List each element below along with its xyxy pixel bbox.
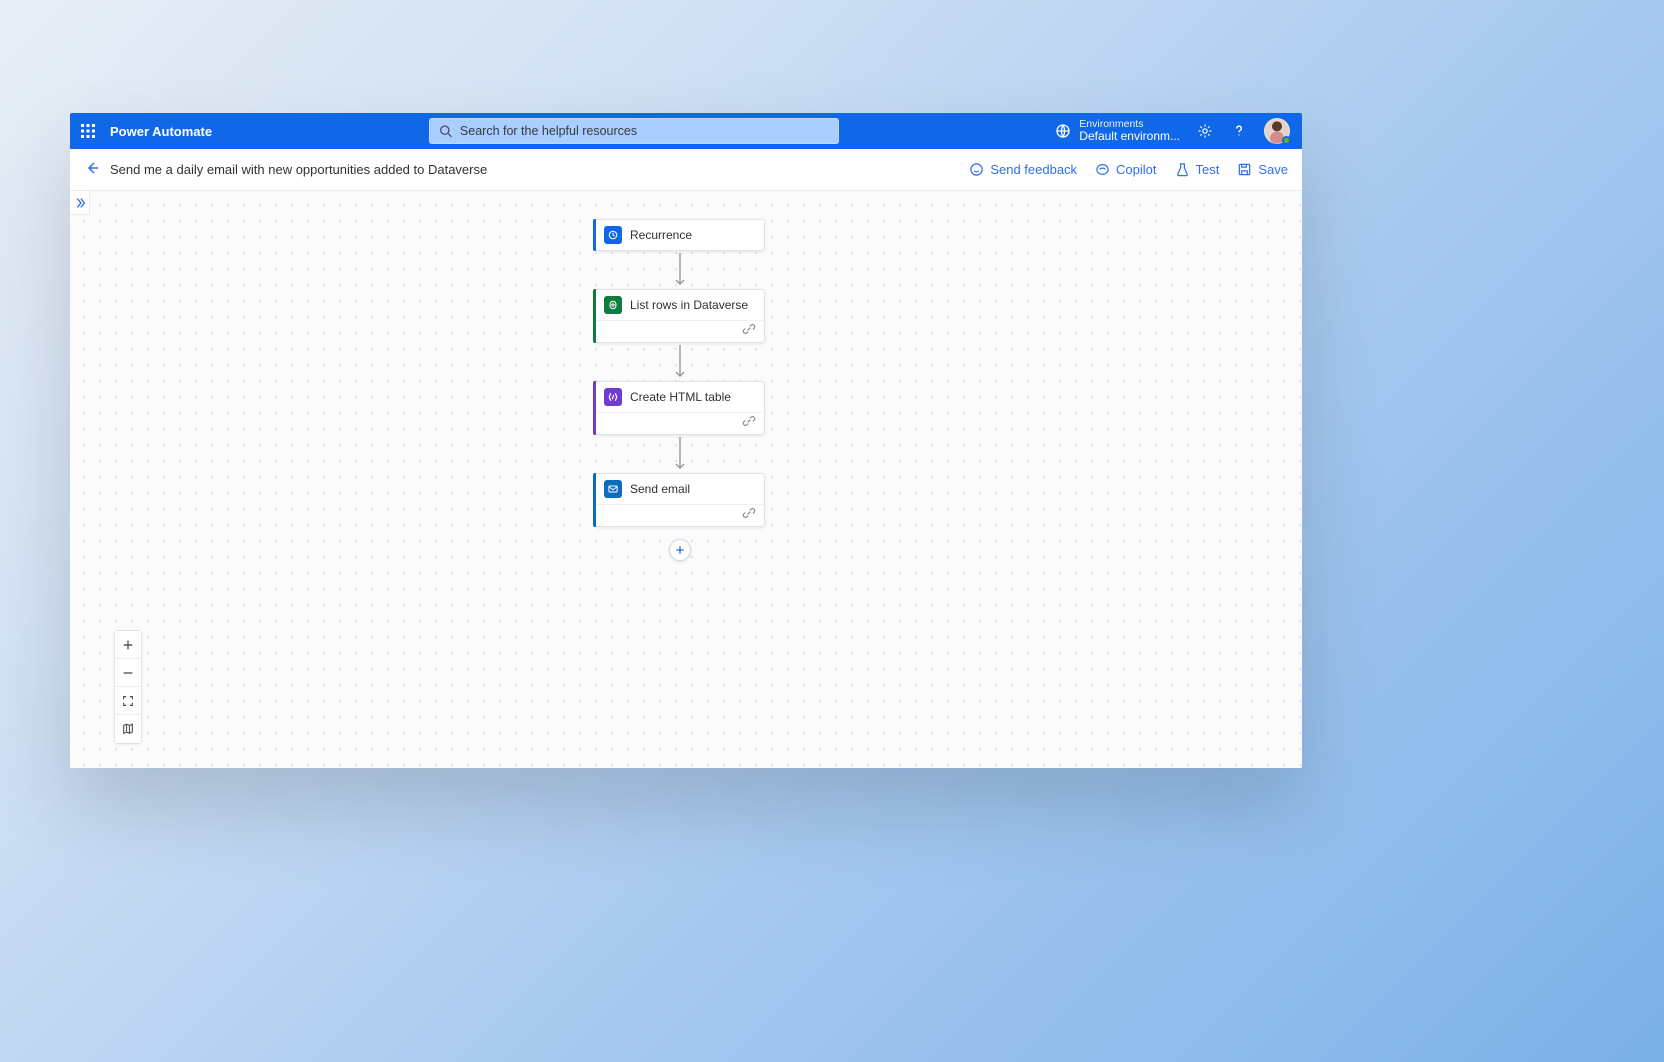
step-footer <box>596 320 764 342</box>
settings-icon[interactable] <box>1196 122 1214 140</box>
link-icon[interactable] <box>742 414 756 433</box>
search-wrap <box>212 118 1055 144</box>
step-label: Send email <box>630 482 690 496</box>
designer-canvas[interactable]: Recurrence List rows in Dataverse Create H… <box>70 191 1302 768</box>
help-icon[interactable] <box>1230 122 1248 140</box>
flow-title: Send me a daily email with new opportuni… <box>110 162 487 177</box>
test-label: Test <box>1196 162 1220 177</box>
environment-label: Environments <box>1079 118 1180 130</box>
accent-bar <box>593 381 596 435</box>
zoom-controls <box>114 630 142 744</box>
save-button[interactable]: Save <box>1237 162 1288 177</box>
add-step-button[interactable] <box>669 539 691 561</box>
step-footer <box>596 412 764 434</box>
environment-picker[interactable]: Environments Default environm... <box>1055 118 1180 144</box>
link-icon[interactable] <box>742 506 756 525</box>
accent-bar <box>593 473 596 527</box>
connector-arrow <box>673 343 687 381</box>
avatar[interactable] <box>1264 118 1290 144</box>
header: Power Automate Environments Default envi… <box>70 113 1302 149</box>
test-button[interactable]: Test <box>1175 162 1220 177</box>
flow-step[interactable]: List rows in Dataverse <box>595 289 765 343</box>
step-icon <box>604 480 622 498</box>
flow-column: Recurrence List rows in Dataverse Create H… <box>595 219 765 561</box>
breadcrumb: Send me a daily email with new opportuni… <box>84 160 487 179</box>
minimap-button[interactable] <box>115 715 141 743</box>
flow-step[interactable]: Send email <box>595 473 765 527</box>
link-icon[interactable] <box>742 322 756 341</box>
step-label: Recurrence <box>630 228 692 242</box>
command-bar: Send me a daily email with new opportuni… <box>70 149 1302 191</box>
app-window: Power Automate Environments Default envi… <box>70 113 1302 768</box>
search-box[interactable] <box>429 118 839 144</box>
zoom-in-button[interactable] <box>115 631 141 659</box>
app-launcher-icon[interactable] <box>70 113 106 149</box>
presence-indicator <box>1282 136 1291 145</box>
expand-panel-button[interactable] <box>70 191 90 215</box>
connector-arrow <box>673 435 687 473</box>
zoom-out-button[interactable] <box>115 659 141 687</box>
accent-bar <box>593 289 596 343</box>
step-label: Create HTML table <box>630 390 731 404</box>
search-input[interactable] <box>460 124 829 138</box>
copilot-button[interactable]: Copilot <box>1095 162 1156 177</box>
copilot-label: Copilot <box>1116 162 1156 177</box>
step-footer <box>596 504 764 526</box>
step-icon <box>604 388 622 406</box>
flow-step[interactable]: Create HTML table <box>595 381 765 435</box>
back-icon[interactable] <box>84 160 100 179</box>
fit-to-screen-button[interactable] <box>115 687 141 715</box>
connector-arrow <box>673 251 687 289</box>
send-feedback-label: Send feedback <box>990 162 1077 177</box>
save-label: Save <box>1258 162 1288 177</box>
accent-bar <box>593 219 596 251</box>
send-feedback-button[interactable]: Send feedback <box>969 162 1077 177</box>
step-label: List rows in Dataverse <box>630 298 748 312</box>
flow-step[interactable]: Recurrence <box>595 219 765 251</box>
product-name[interactable]: Power Automate <box>106 124 212 139</box>
environment-value: Default environm... <box>1079 130 1180 144</box>
step-icon <box>604 226 622 244</box>
header-right: Environments Default environm... <box>1055 118 1302 144</box>
step-icon <box>604 296 622 314</box>
